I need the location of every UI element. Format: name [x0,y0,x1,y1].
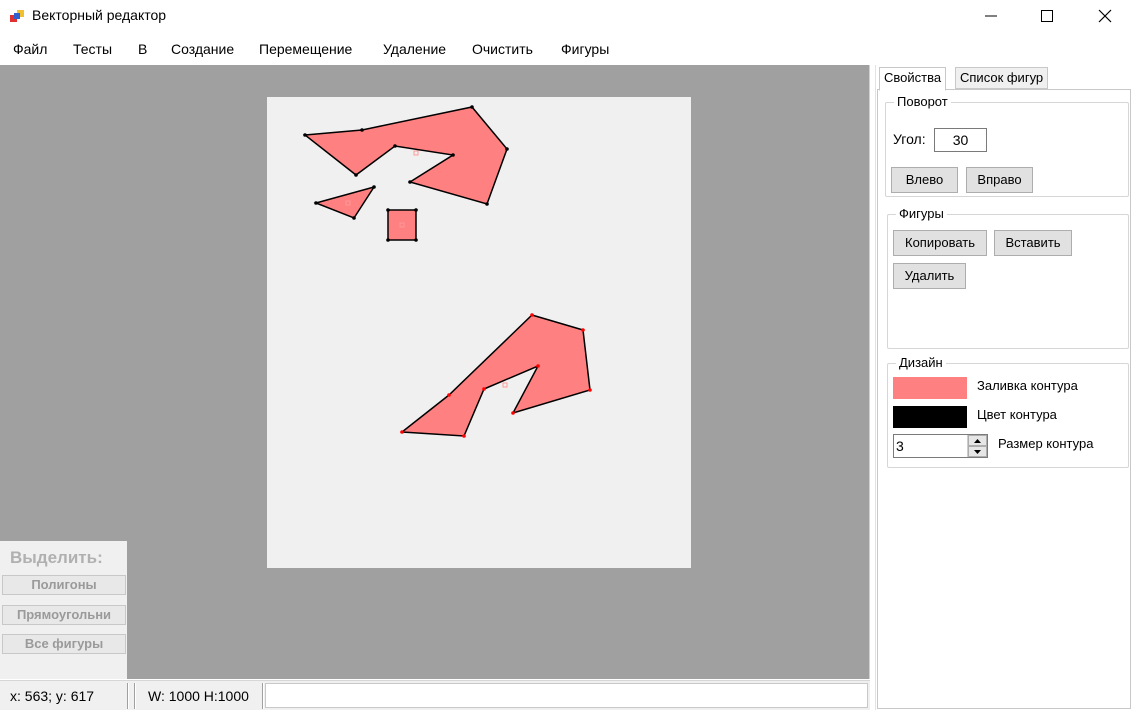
menu-v[interactable]: В [138,41,147,57]
maximize-button[interactable] [1018,0,1076,32]
select-panel-title: Выделить: [10,548,103,567]
status-separator [262,683,264,709]
spin-down-button[interactable] [968,446,987,457]
stroke-size-value: 3 [896,438,904,454]
stroke-size-input[interactable]: 3 [893,434,988,458]
canvas-drawing[interactable] [267,97,691,568]
select-rectangles-button[interactable]: Прямоугольни [2,605,126,625]
workspace [0,65,870,679]
select-polygons-button[interactable]: Полигоны [2,575,126,595]
paste-button[interactable]: Вставить [994,230,1072,256]
tab-properties[interactable]: Свойства [879,67,947,91]
close-icon [1098,9,1112,23]
menu-delete[interactable]: Удаление [383,41,446,57]
status-separator [134,683,136,709]
close-button[interactable] [1076,0,1131,32]
menu-file[interactable]: Файл [13,41,47,57]
chevron-down-icon [974,449,981,454]
stroke-size-spinner [967,435,987,457]
status-bar: x: 563; y: 617 W: 1000 H:1000 [0,680,870,710]
center-marker-arrow-selected [502,382,508,388]
center-marker-arrow-top [413,150,419,156]
fill-color-swatch[interactable] [893,377,967,399]
spin-up-button[interactable] [968,435,987,446]
angle-input[interactable]: 30 [934,128,987,152]
title-bar: Векторный редактор [0,0,1131,32]
figures-group-title: Фигуры [896,207,947,221]
drawing-canvas[interactable] [267,97,691,568]
maximize-icon [1041,10,1053,22]
window-title: Векторный редактор [32,7,167,23]
delete-figure-button[interactable]: Удалить [893,263,966,289]
polygon-arrow-top[interactable] [303,106,508,205]
rotation-group-title: Поворот [894,95,951,109]
rectangle-square[interactable] [387,209,417,241]
select-all-figures-button[interactable]: Все фигуры [2,634,126,654]
copy-button[interactable]: Копировать [893,230,987,256]
tab-figure-list[interactable]: Список фигур [955,67,1049,89]
select-panel: Выделить: Полигоны Прямоугольни Все фигу… [0,541,127,679]
menu-create[interactable]: Создание [171,41,234,57]
polygon-triangle[interactable] [313,185,376,219]
rotate-left-button[interactable]: Влево [891,167,958,193]
stroke-size-label: Размер контура [998,436,1094,451]
menu-bar: Файл Тесты В Создание Перемещение Удален… [0,34,1131,64]
rotate-right-button[interactable]: Вправо [966,167,1033,193]
angle-label: Угол: [893,131,926,147]
design-group: Дизайн Заливка контура Цвет контура 3 Ра… [887,356,1129,468]
app-icon [10,10,24,22]
stroke-color-swatch[interactable] [893,406,967,428]
figures-group: Фигуры Копировать Вставить Удалить [887,207,1129,349]
chevron-up-icon [974,438,981,443]
menu-figures[interactable]: Фигуры [561,41,609,57]
menu-tests[interactable]: Тесты [73,41,112,57]
polygon-arrow-selected[interactable] [399,314,591,437]
cursor-position: x: 563; y: 617 [10,688,95,704]
design-group-title: Дизайн [896,356,946,370]
status-separator [127,683,129,709]
canvas-size: W: 1000 H:1000 [148,688,249,704]
minimize-icon [985,15,997,17]
menu-clear[interactable]: Очистить [472,41,533,57]
rotation-group: Поворот Угол: 30 Влево Вправо [885,95,1129,197]
minimize-button[interactable] [962,0,1020,32]
stroke-color-label: Цвет контура [977,407,1057,422]
fill-color-label: Заливка контура [977,378,1078,393]
properties-tab-body: Поворот Угол: 30 Влево Вправо Фигуры Коп… [877,89,1131,709]
properties-pane: Свойства Список фигур Поворот Угол: 30 В… [875,65,1131,710]
status-message-field [265,683,868,708]
menu-move[interactable]: Перемещение [259,41,352,57]
